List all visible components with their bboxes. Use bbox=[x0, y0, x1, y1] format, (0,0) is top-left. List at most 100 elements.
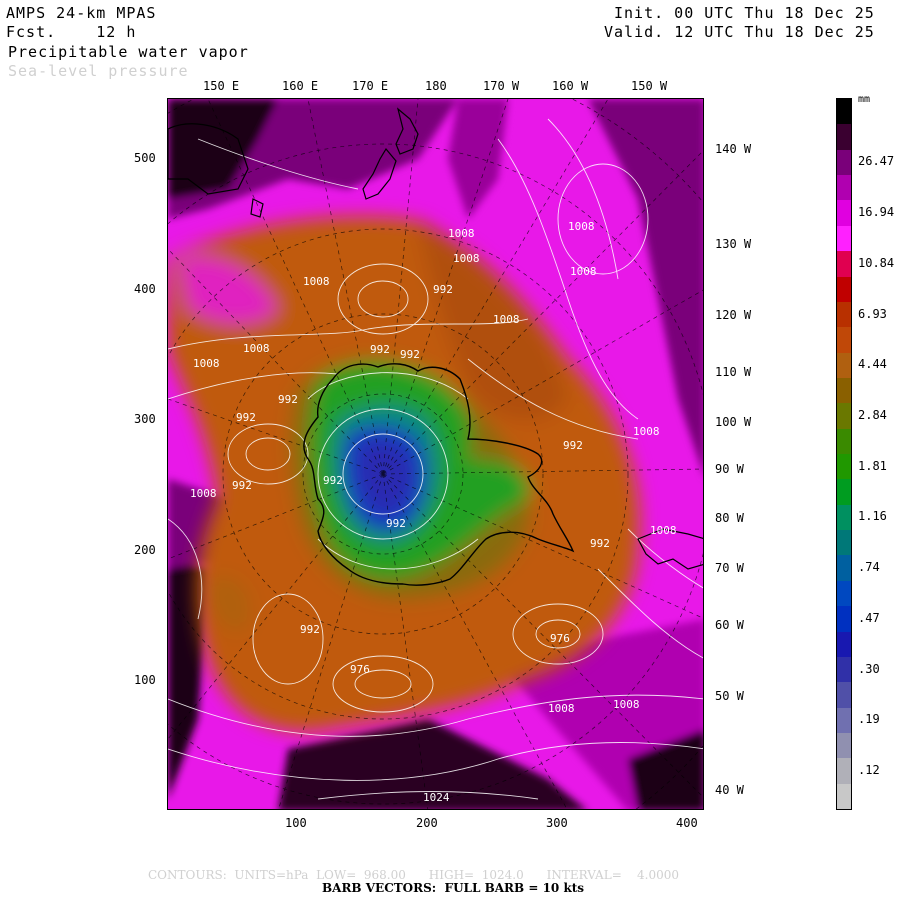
pressure-label: 992 bbox=[278, 393, 298, 406]
colorbar-segment bbox=[837, 707, 851, 734]
colorbar-segment bbox=[837, 732, 851, 759]
lon-label-top: 170 W bbox=[483, 79, 520, 93]
pressure-label: 1008 bbox=[650, 524, 677, 537]
map-svg: 1008 1008 1008 1008 1008 1008 1008 1008 … bbox=[168, 99, 703, 809]
pressure-label: 1008 bbox=[190, 487, 217, 500]
pressure-label: 992 bbox=[323, 474, 343, 487]
x-tick-label: 200 bbox=[416, 816, 438, 830]
colorbar-segment bbox=[837, 327, 851, 354]
colorbar-segment bbox=[837, 124, 851, 151]
x-tick-label: 400 bbox=[676, 816, 698, 830]
colorbar-segment bbox=[837, 682, 851, 709]
colorbar-segment bbox=[837, 200, 851, 227]
y-tick-label: 500 bbox=[134, 151, 156, 165]
colorbar-label: .12 bbox=[858, 762, 880, 777]
lon-label-top: 160 W bbox=[552, 79, 589, 93]
valid-time: Valid. 12 UTC Thu 18 Dec 25 bbox=[604, 23, 875, 41]
pressure-label: 992 bbox=[370, 343, 390, 356]
colorbar-segment bbox=[837, 225, 851, 252]
pressure-label: 1024 bbox=[423, 791, 450, 804]
lon-label-top: 150 W bbox=[631, 79, 668, 93]
lon-label-right: 110 W bbox=[715, 365, 752, 379]
pressure-label: 1008 bbox=[548, 702, 575, 715]
colorbar-segment bbox=[837, 175, 851, 201]
x-tick-label: 100 bbox=[285, 816, 307, 830]
colorbar-label: 16.94 bbox=[858, 205, 895, 220]
contour-info: CONTOURS: UNITS=hPa LOW= 968.00 HIGH= 10… bbox=[148, 868, 679, 882]
colorbar-segment bbox=[837, 403, 851, 430]
colorbar-segment bbox=[837, 479, 851, 506]
lon-label-right: 80 W bbox=[715, 511, 744, 525]
colorbar-segment bbox=[837, 758, 851, 785]
colorbar-segment bbox=[837, 352, 851, 379]
lon-label-top: 170 E bbox=[352, 79, 389, 93]
lon-label-right: 120 W bbox=[715, 308, 752, 322]
pressure-label: 976 bbox=[350, 663, 370, 676]
forecast-hour: Fcst. 12 h bbox=[6, 23, 137, 41]
pressure-label: 1008 bbox=[448, 227, 475, 240]
pressure-label: 1008 bbox=[243, 342, 270, 355]
lon-label-right: 50 W bbox=[715, 689, 744, 703]
colorbar-segment bbox=[837, 99, 851, 125]
lon-label-right: 70 W bbox=[715, 561, 744, 575]
colorbar-segment bbox=[837, 504, 851, 531]
colorbar-segment bbox=[837, 149, 851, 176]
pressure-label: 992 bbox=[386, 517, 406, 530]
pressure-label: 992 bbox=[590, 537, 610, 550]
lon-label-top: 150 E bbox=[203, 79, 240, 93]
colorbar-label: 26.47 bbox=[858, 154, 895, 169]
pressure-label: 976 bbox=[550, 632, 570, 645]
field-title-slp: Sea-level pressure bbox=[8, 62, 189, 80]
colorbar-segment bbox=[837, 555, 851, 582]
lon-label-right: 100 W bbox=[715, 415, 752, 429]
colorbar-label: 1.16 bbox=[858, 509, 887, 524]
colorbar-segment bbox=[837, 276, 851, 303]
colorbar bbox=[836, 98, 852, 810]
pressure-label: 1008 bbox=[453, 252, 480, 265]
init-time: Init. 00 UTC Thu 18 Dec 25 bbox=[614, 4, 875, 22]
pressure-label: 1008 bbox=[633, 425, 660, 438]
colorbar-label: 2.84 bbox=[858, 407, 887, 422]
lon-label-right: 40 W bbox=[715, 783, 744, 797]
field-title-pwv: Precipitable water vapor bbox=[8, 43, 249, 61]
y-tick-label: 400 bbox=[134, 282, 156, 296]
colorbar-unit: mm bbox=[858, 94, 871, 105]
colorbar-label: 4.44 bbox=[858, 357, 887, 372]
model-title: AMPS 24-km MPAS bbox=[6, 4, 157, 22]
colorbar-segment bbox=[837, 251, 851, 277]
lon-label-top: 180 bbox=[425, 79, 447, 93]
colorbar-label: 1.81 bbox=[858, 458, 887, 473]
colorbar-segment bbox=[837, 606, 851, 632]
pressure-label: 1008 bbox=[613, 698, 640, 711]
map-panel: 1008 1008 1008 1008 1008 1008 1008 1008 … bbox=[167, 98, 704, 810]
colorbar-label: .74 bbox=[858, 560, 880, 575]
colorbar-segment bbox=[837, 580, 851, 607]
lon-label-right: 140 W bbox=[715, 142, 752, 156]
colorbar-label: 10.84 bbox=[858, 255, 895, 270]
barb-info: BARB VECTORS: FULL BARB = 10 kts bbox=[322, 881, 585, 895]
pressure-label: 992 bbox=[232, 479, 252, 492]
pressure-label: 992 bbox=[236, 411, 256, 424]
x-tick-label: 300 bbox=[546, 816, 568, 830]
colorbar-segment bbox=[837, 631, 851, 658]
pressure-label: 992 bbox=[433, 283, 453, 296]
y-tick-label: 100 bbox=[134, 673, 156, 687]
colorbar-label: .30 bbox=[858, 661, 880, 676]
pressure-label: 1008 bbox=[570, 265, 597, 278]
colorbar-label: 6.93 bbox=[858, 306, 887, 321]
lon-label-right: 130 W bbox=[715, 237, 752, 251]
colorbar-segment bbox=[837, 530, 851, 556]
colorbar-segment bbox=[837, 783, 851, 810]
lon-label-right: 90 W bbox=[715, 462, 744, 476]
pressure-label: 1008 bbox=[493, 313, 520, 326]
pressure-label: 992 bbox=[563, 439, 583, 452]
y-tick-label: 200 bbox=[134, 543, 156, 557]
pressure-label: 992 bbox=[400, 348, 420, 361]
colorbar-segment bbox=[837, 301, 851, 328]
pressure-label: 1008 bbox=[193, 357, 220, 370]
colorbar-segment bbox=[837, 656, 851, 683]
colorbar-label: .47 bbox=[858, 610, 880, 625]
lon-label-right: 60 W bbox=[715, 618, 744, 632]
pressure-label: 1008 bbox=[303, 275, 330, 288]
pressure-label: 992 bbox=[300, 623, 320, 636]
